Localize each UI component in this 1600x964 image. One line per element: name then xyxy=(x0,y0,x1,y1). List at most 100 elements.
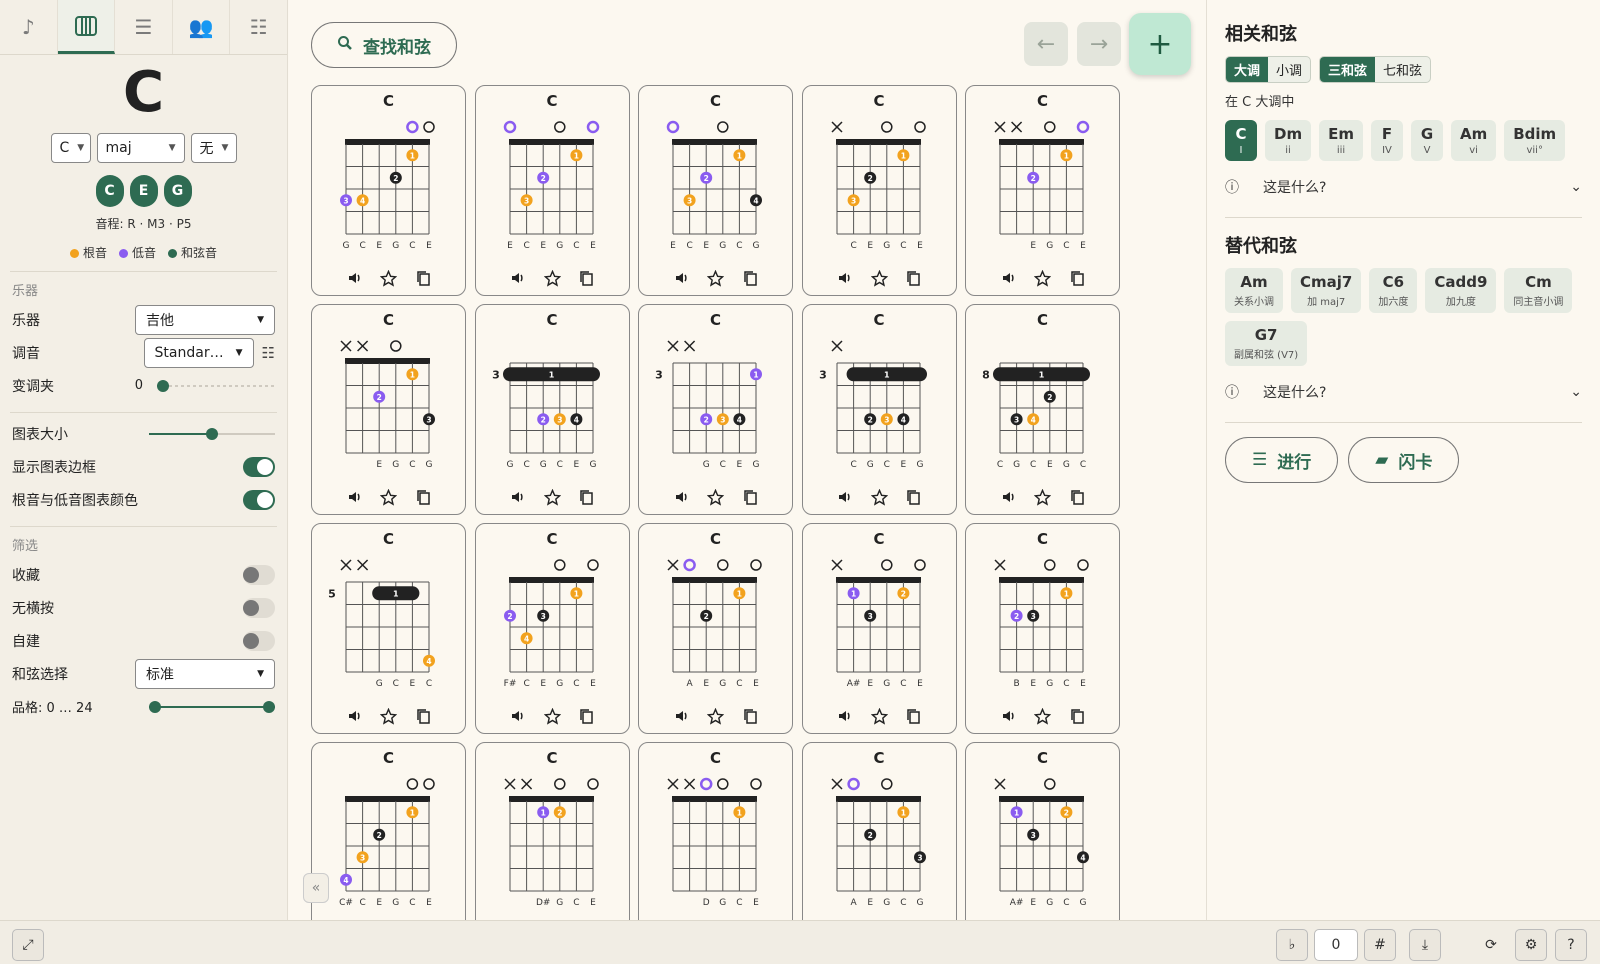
chord-chip[interactable]: Cmaj7 加 maj7 xyxy=(1291,268,1362,313)
copy-icon[interactable] xyxy=(1068,707,1086,725)
tab-playlist-icon[interactable]: ☰ xyxy=(115,0,173,54)
chord-chip[interactable]: Am 关系小调 xyxy=(1225,268,1283,313)
tab-people-icon[interactable]: 👥 xyxy=(173,0,231,54)
chord-card[interactable]: C 1 2 3 4 C# C E G C E xyxy=(311,742,466,920)
copy-icon[interactable] xyxy=(741,707,759,725)
frets-slider[interactable] xyxy=(149,700,275,713)
flat-button[interactable]: ♭ xyxy=(1276,929,1308,961)
copy-icon[interactable] xyxy=(741,269,759,287)
star-icon[interactable] xyxy=(1034,707,1052,725)
speaker-icon[interactable] xyxy=(1000,269,1018,287)
star-icon[interactable] xyxy=(1034,269,1052,287)
root-bass-color-toggle[interactable] xyxy=(243,489,275,510)
expand-icon[interactable]: ⤢ xyxy=(12,929,44,961)
star-icon[interactable] xyxy=(543,269,561,287)
mode-minor[interactable]: 小调 xyxy=(1268,57,1310,82)
back-arrow-icon[interactable]: ← xyxy=(1024,22,1068,66)
chord-card[interactable]: C123ECEGCE xyxy=(474,85,630,296)
speaker-icon[interactable] xyxy=(673,269,691,287)
progression-button[interactable]: ☰ 进行 xyxy=(1225,437,1339,483)
star-icon[interactable] xyxy=(707,707,725,725)
what-is-this-row[interactable]: ⓘ 这是什么? ⌄ xyxy=(1225,175,1582,199)
star-icon[interactable] xyxy=(380,269,398,287)
star-icon[interactable] xyxy=(1034,488,1052,506)
custom-toggle[interactable] xyxy=(243,630,275,651)
type-triad[interactable]: 三和弦 xyxy=(1320,57,1376,82)
chord-card[interactable]: C31234CGCEG xyxy=(801,304,957,515)
star-icon[interactable] xyxy=(870,269,888,287)
speaker-icon[interactable] xyxy=(673,707,691,725)
note-chip[interactable]: C xyxy=(95,175,124,207)
chord-card[interactable]: C123EGCG xyxy=(311,304,466,515)
chord-chip[interactable]: Am vi xyxy=(1450,120,1497,161)
speaker-icon[interactable] xyxy=(673,488,691,506)
star-icon[interactable] xyxy=(870,707,888,725)
copy-icon[interactable] xyxy=(904,707,922,725)
chord-card[interactable]: C123BEGCE xyxy=(965,523,1120,734)
copy-icon[interactable] xyxy=(904,269,922,287)
chord-chip[interactable]: CI xyxy=(1225,120,1257,161)
chord-card[interactable]: C123AEGCG xyxy=(801,742,957,920)
chart-size-slider[interactable] xyxy=(149,427,275,440)
tuning-settings-icon[interactable]: ☷ xyxy=(262,344,275,362)
copy-icon[interactable] xyxy=(414,488,432,506)
copy-icon[interactable] xyxy=(577,488,595,506)
show-border-toggle[interactable] xyxy=(243,456,275,477)
chord-card[interactable]: C1234GCEGCE xyxy=(311,85,466,296)
sync-icon[interactable]: ⟳ xyxy=(1475,929,1507,961)
chord-chip[interactable]: Cm 同主音小调 xyxy=(1504,268,1573,313)
transpose-value[interactable]: 0 xyxy=(1314,929,1358,961)
instrument-select[interactable]: 吉他 ▼ xyxy=(135,304,275,335)
speaker-icon[interactable] xyxy=(346,269,364,287)
forward-arrow-icon[interactable]: → xyxy=(1077,22,1121,66)
mode-major[interactable]: 大调 xyxy=(1226,57,1269,82)
what-is-this-row-2[interactable]: ⓘ 这是什么? ⌄ xyxy=(1225,380,1582,404)
copy-icon[interactable] xyxy=(904,488,922,506)
chord-card[interactable]: C514GCEC xyxy=(311,523,466,734)
favorites-toggle[interactable] xyxy=(243,564,275,585)
speaker-icon[interactable] xyxy=(1000,707,1018,725)
download-icon[interactable]: ⤓ xyxy=(1409,929,1441,961)
chord-card[interactable]: C 1 2 3 4 A# E G C G xyxy=(965,742,1120,920)
chord-chip[interactable]: Dm ii xyxy=(1265,120,1312,161)
speaker-icon[interactable] xyxy=(509,269,527,287)
chord-chip[interactable]: C6 加六度 xyxy=(1369,268,1418,313)
chord-chip[interactable]: F IV xyxy=(1370,120,1403,161)
selection-select[interactable]: 标准 ▼ xyxy=(135,658,275,689)
copy-icon[interactable] xyxy=(1068,488,1086,506)
chord-chip[interactable]: Cadd9 加九度 xyxy=(1425,268,1497,313)
chord-chip[interactable]: GV xyxy=(1410,120,1443,161)
star-icon[interactable] xyxy=(707,488,725,506)
chord-card[interactable]: C12EGCE xyxy=(965,85,1120,296)
type-seventh[interactable]: 七和弦 xyxy=(1375,57,1430,82)
chord-card[interactable]: C1DGCE xyxy=(638,742,793,920)
sharp-button[interactable]: # xyxy=(1364,929,1396,961)
speaker-icon[interactable] xyxy=(509,488,527,506)
copy-icon[interactable] xyxy=(577,707,595,725)
chord-card[interactable]: C81234CGCEGC xyxy=(965,304,1120,515)
star-icon[interactable] xyxy=(543,707,561,725)
star-icon[interactable] xyxy=(380,707,398,725)
speaker-icon[interactable] xyxy=(836,488,854,506)
star-icon[interactable] xyxy=(543,488,561,506)
chord-card[interactable]: C12AEGCE xyxy=(638,523,793,734)
star-icon[interactable] xyxy=(707,269,725,287)
note-chip[interactable]: G xyxy=(163,175,192,207)
chord-card[interactable]: C31234GCGCEG xyxy=(474,304,630,515)
copy-icon[interactable] xyxy=(577,269,595,287)
bass-select[interactable]: 无 ▼ xyxy=(190,133,237,163)
speaker-icon[interactable] xyxy=(346,707,364,725)
star-icon[interactable] xyxy=(870,488,888,506)
star-icon[interactable] xyxy=(380,488,398,506)
chord-card[interactable]: C1234ECEGCG xyxy=(638,85,793,296)
tab-sliders-icon[interactable]: ☷ xyxy=(230,0,287,54)
copy-icon[interactable] xyxy=(1068,269,1086,287)
copy-icon[interactable] xyxy=(741,488,759,506)
add-chord-button[interactable]: + xyxy=(1129,13,1191,75)
chord-card[interactable]: C 1 2 3 A# E G C E xyxy=(801,523,957,734)
chord-card[interactable]: C 1 2 3 4 F# C E G C E xyxy=(474,523,630,734)
speaker-icon[interactable] xyxy=(346,488,364,506)
chord-chip[interactable]: G7 副属和弦 (V7) xyxy=(1225,321,1308,366)
note-chip[interactable]: E xyxy=(129,175,158,207)
collapse-sidebar-button[interactable]: « xyxy=(303,873,329,903)
